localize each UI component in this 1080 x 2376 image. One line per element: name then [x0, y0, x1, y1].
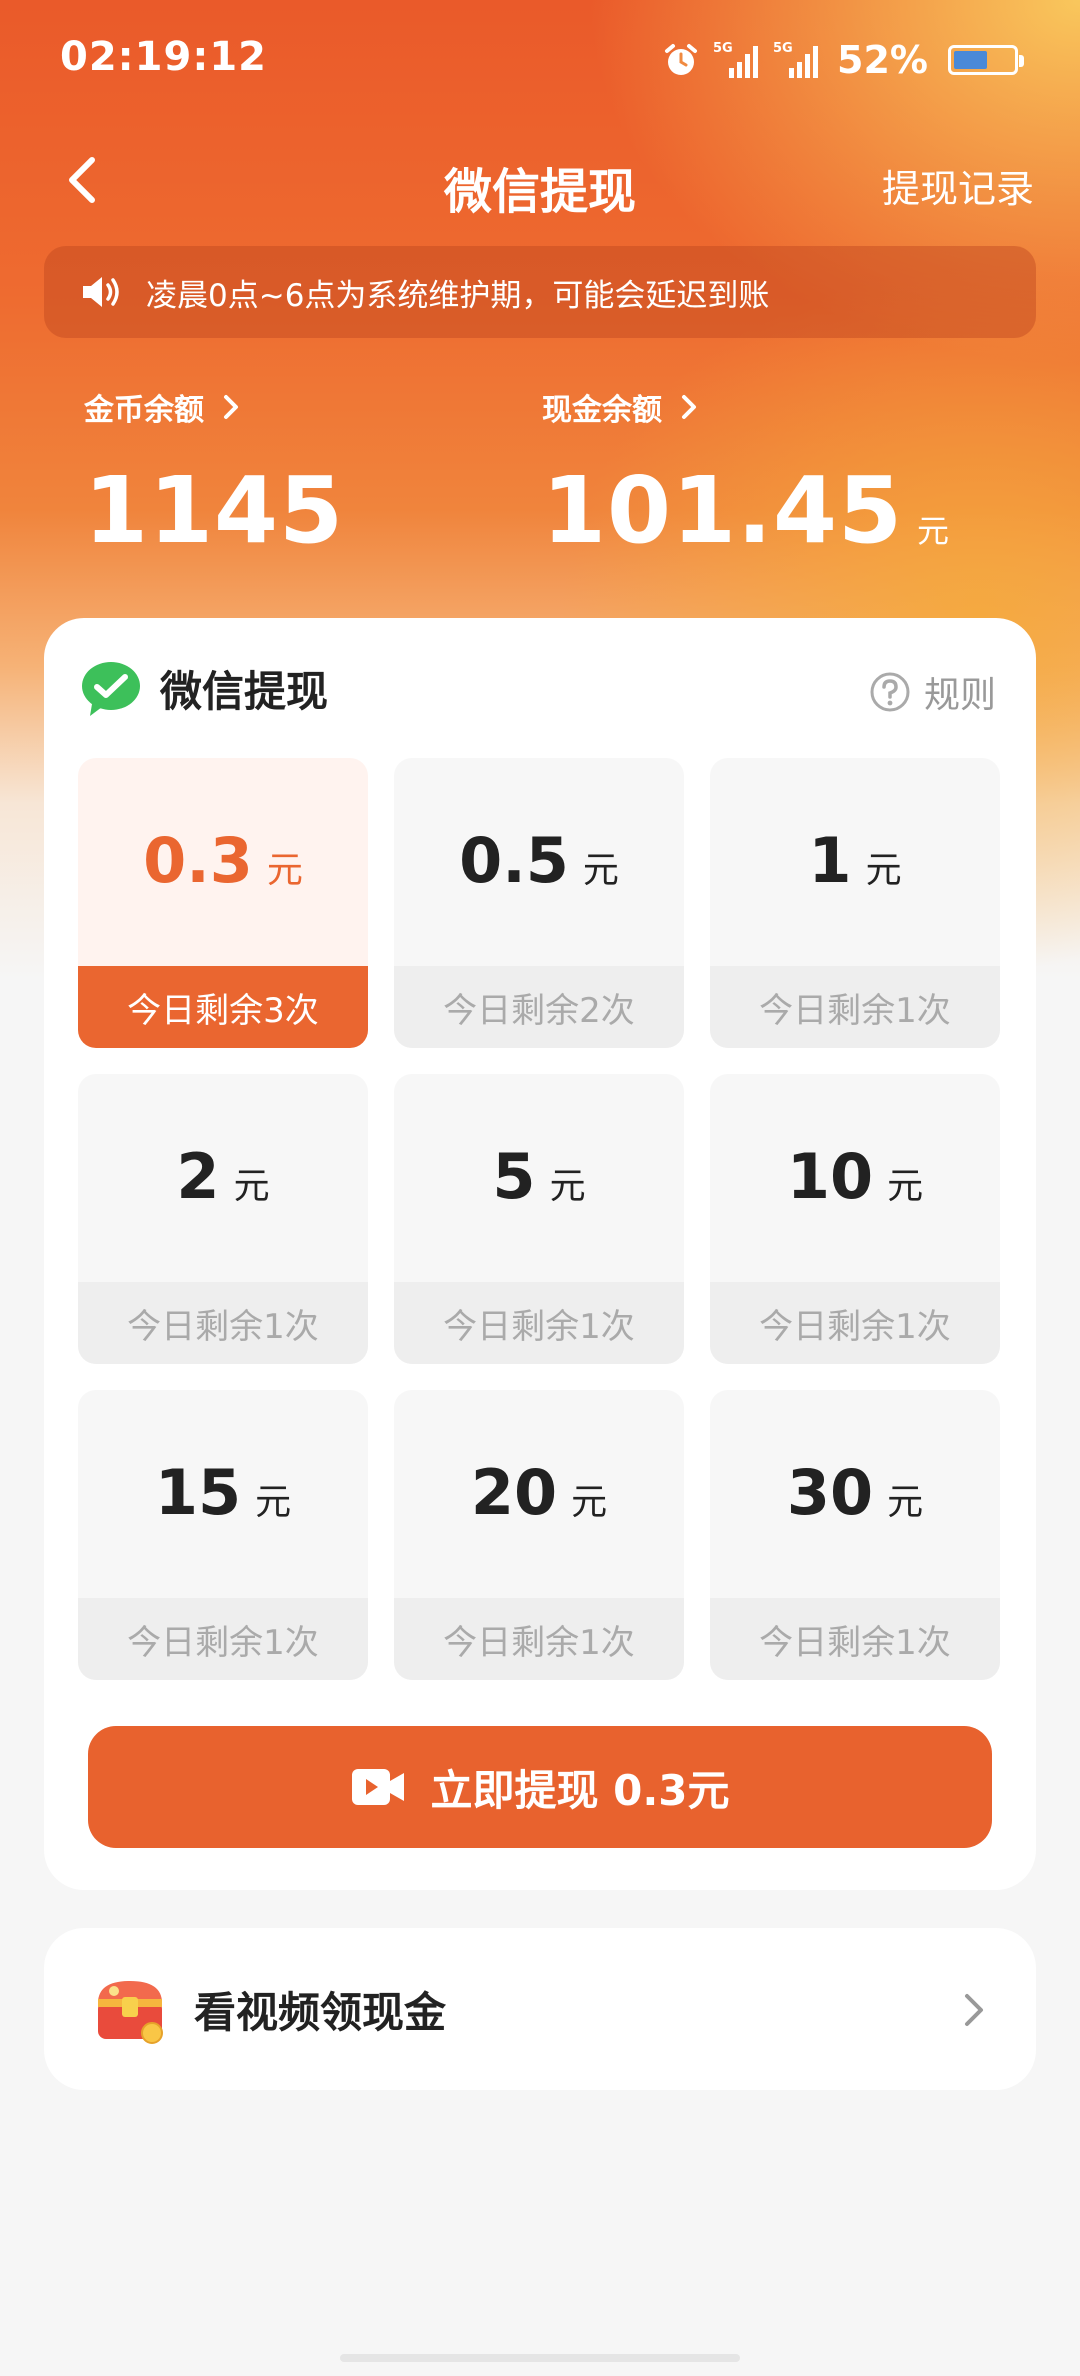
- amount-option[interactable]: 5 元今日剩余1次: [394, 1074, 684, 1364]
- speaker-icon: [83, 277, 119, 307]
- chevron-right-icon: [682, 395, 696, 419]
- amount-display: 20 元: [394, 1456, 684, 1536]
- amount-display: 1元: [710, 824, 1000, 904]
- battery-icon: [948, 45, 1024, 75]
- notice-text: 凌晨0点~6点为系统维护期，可能会延迟到账: [146, 277, 770, 314]
- amount-unit: 元: [233, 1166, 270, 1207]
- status-bar: 02:19:12 5G 5G 52%: [0, 0, 1080, 120]
- coin-balance[interactable]: 金币余额 1145: [84, 385, 344, 564]
- remaining-count: 今日剩余1次: [710, 1282, 1000, 1364]
- amount-option[interactable]: 1 元今日剩余1次: [710, 758, 1000, 1048]
- card-header: 微信提现: [80, 658, 328, 719]
- chevron-right-icon: [965, 1994, 983, 2026]
- amount-value: 2: [176, 1140, 220, 1213]
- remaining-count: 今日剩余3次: [78, 966, 368, 1048]
- remaining-count: 今日剩余1次: [710, 966, 1000, 1048]
- amount-value: 5: [492, 1140, 536, 1213]
- amount-option[interactable]: 20 元今日剩余1次: [394, 1390, 684, 1680]
- remaining-count: 今日剩余1次: [394, 1282, 684, 1364]
- treasure-chest-icon: [98, 1981, 163, 2044]
- amount-option[interactable]: 15 元今日剩余1次: [78, 1390, 368, 1680]
- cash-balance-value: 101.45: [542, 457, 904, 564]
- amount-unit: 元: [582, 850, 619, 891]
- amount-option[interactable]: 10 元今日剩余1次: [710, 1074, 1000, 1364]
- signal-icon-2: 5G: [773, 40, 819, 80]
- amount-display: 30 元: [710, 1456, 1000, 1536]
- amount-unit: 元: [571, 1482, 608, 1523]
- withdraw-screen: 02:19:12 5G 5G 52% 微信提现 提现记录 凌晨0点~6点为系统维…: [0, 0, 1080, 2376]
- wechat-icon: [82, 661, 140, 716]
- amount-value: 0.3: [143, 824, 253, 897]
- amount-value: 20: [470, 1456, 558, 1529]
- amount-display: 5元: [394, 1140, 684, 1220]
- amount-unit: 元: [887, 1166, 924, 1207]
- amount-unit: 元: [887, 1482, 924, 1523]
- amount-options: 0.3 元今日剩余3次 0.5 元今日剩余2次 1 元今日剩余1次 2 元今日剩余1次 5 元今日…: [78, 758, 1002, 1680]
- maintenance-notice: 凌晨0点~6点为系统维护期，可能会延迟到账: [44, 246, 1036, 338]
- amount-value: 10: [786, 1140, 874, 1213]
- signal-icon: 5G: [713, 40, 759, 80]
- withdraw-now-button[interactable]: 立即提现 0.3元: [88, 1726, 992, 1848]
- watch-video-card[interactable]: 看视频领现金: [44, 1928, 1036, 2090]
- network-label-1: 5G: [713, 41, 733, 56]
- card-title: 微信提现: [160, 667, 329, 716]
- remaining-count: 今日剩余2次: [394, 966, 684, 1048]
- status-time: 02:19:12: [60, 34, 267, 80]
- help-icon: [870, 672, 910, 712]
- amount-display: 2元: [78, 1140, 368, 1220]
- amount-value: 0.5: [459, 824, 569, 897]
- cash-balance-label: 现金余额: [542, 393, 662, 428]
- cash-balance[interactable]: 现金余额 101.45 元: [542, 385, 950, 564]
- amount-display: 10 元: [710, 1140, 1000, 1220]
- amount-display: 15 元: [78, 1456, 368, 1536]
- withdraw-card: 微信提现 规则 0.3 元今日剩余3次 0.5 元今日剩余2次 1 元今日剩余1次 2 元今日…: [44, 618, 1036, 1890]
- coin-balance-label: 金币余额: [84, 393, 204, 428]
- alarm-icon: [663, 42, 699, 78]
- amount-unit: 元: [549, 1166, 586, 1207]
- cash-balance-unit: 元: [917, 512, 951, 550]
- withdraw-history-link[interactable]: 提现记录: [882, 158, 1034, 213]
- amount-value: 1: [808, 824, 852, 897]
- amount-option[interactable]: 30 元今日剩余1次: [710, 1390, 1000, 1680]
- remaining-count: 今日剩余1次: [710, 1598, 1000, 1680]
- remaining-count: 今日剩余1次: [394, 1598, 684, 1680]
- rules-label: 规则: [923, 675, 996, 716]
- watch-video-label: 看视频领现金: [194, 1987, 447, 2037]
- rules-link[interactable]: 规则: [868, 666, 996, 718]
- amount-display: 0.3 元: [78, 824, 368, 904]
- amount-option[interactable]: 0.5 元今日剩余2次: [394, 758, 684, 1048]
- video-camera-icon: [352, 1769, 405, 1805]
- amount-unit: 元: [266, 850, 303, 891]
- navigation-bar: 微信提现 提现记录: [0, 140, 1080, 220]
- amount-option[interactable]: 0.3 元今日剩余3次: [78, 758, 368, 1048]
- withdraw-now-label: 立即提现 0.3元: [430, 1765, 730, 1815]
- amount-display: 0.5 元: [394, 824, 684, 904]
- home-indicator: [340, 2354, 740, 2362]
- amount-unit: 元: [865, 850, 902, 891]
- amount-option[interactable]: 2 元今日剩余1次: [78, 1074, 368, 1364]
- network-label-2: 5G: [773, 41, 793, 56]
- amount-unit: 元: [255, 1482, 292, 1523]
- coin-balance-value: 1145: [84, 457, 345, 564]
- chevron-right-icon: [224, 395, 238, 419]
- status-indicators: 5G 5G 52%: [663, 38, 1024, 82]
- remaining-count: 今日剩余1次: [78, 1282, 368, 1364]
- remaining-count: 今日剩余1次: [78, 1598, 368, 1680]
- amount-value: 15: [154, 1456, 242, 1529]
- amount-value: 30: [786, 1456, 874, 1529]
- battery-percent: 52%: [837, 38, 928, 82]
